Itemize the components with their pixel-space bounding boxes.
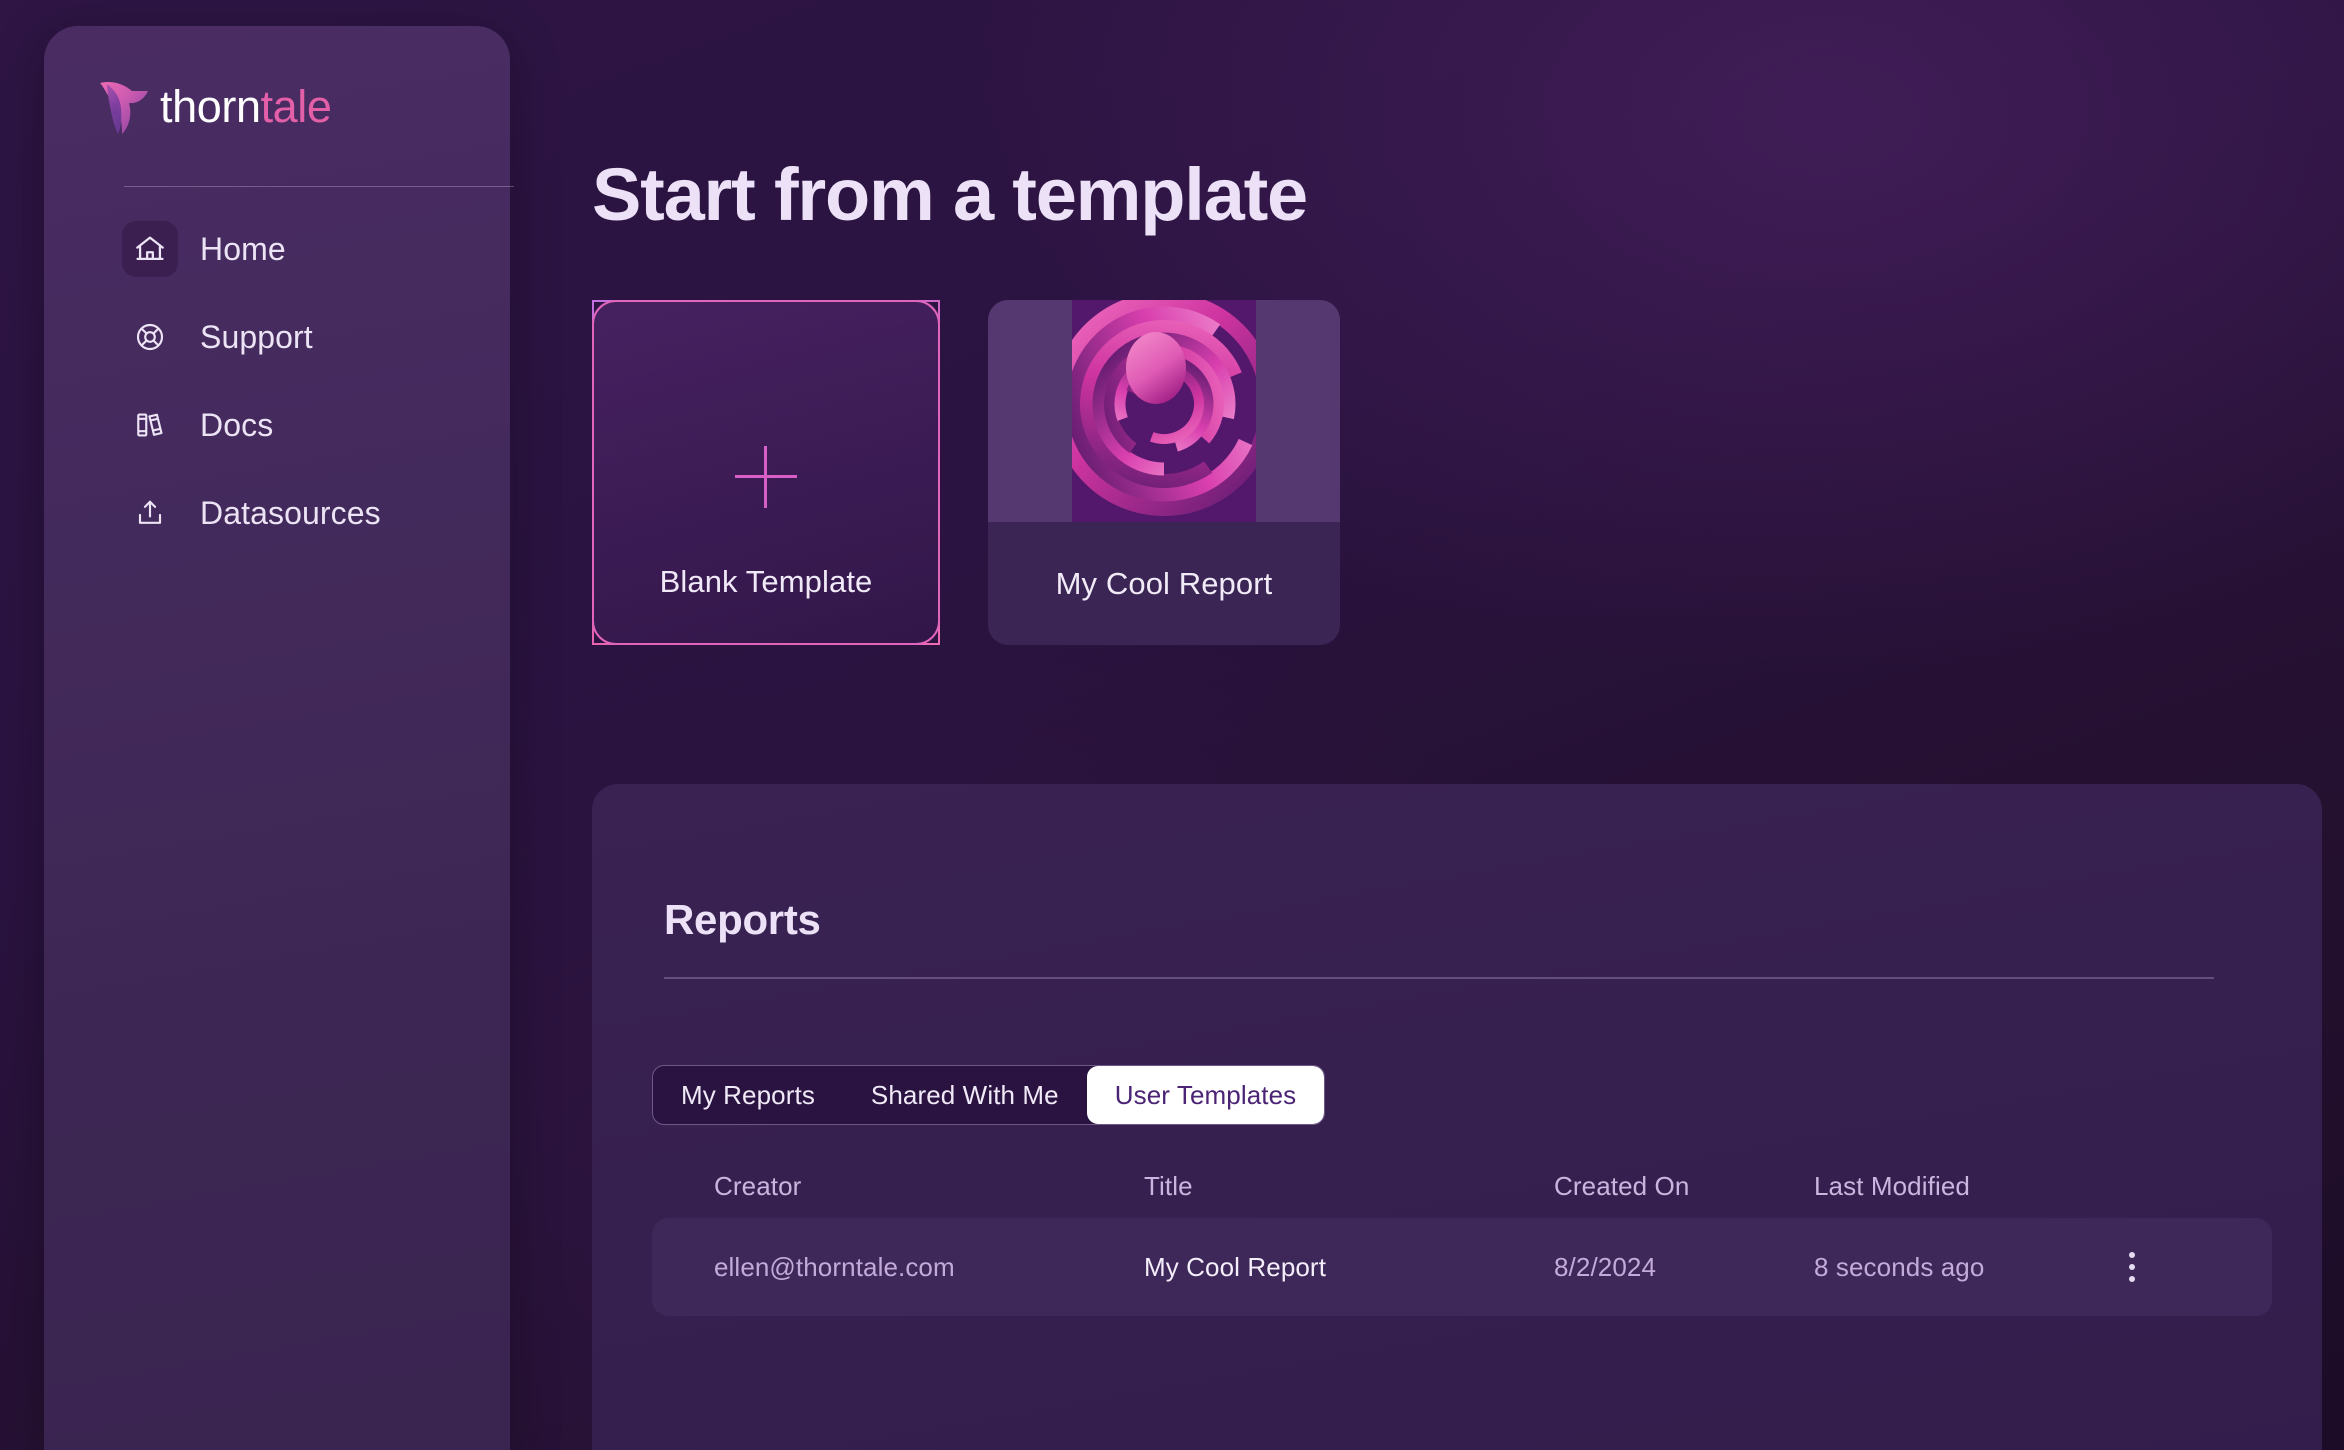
kebab-menu-icon[interactable]	[2114, 1249, 2150, 1285]
brand-name-secondary: tale	[260, 80, 332, 132]
page-title: Start from a template	[592, 152, 1308, 236]
tab-my-reports[interactable]: My Reports	[653, 1066, 843, 1124]
sidebar: thorntale Home Support Docs Datasources	[44, 26, 514, 1450]
books-icon	[122, 397, 178, 453]
reports-table: Creator Title Created On Last Modified e…	[652, 1154, 2272, 1316]
reports-heading: Reports	[664, 895, 821, 943]
cell-title: My Cool Report	[1144, 1251, 1327, 1282]
sidebar-item-datasources[interactable]: Datasources	[122, 483, 502, 543]
template-gallery: Blank Template My Cool Report	[592, 300, 1340, 645]
blank-template-card[interactable]: Blank Template	[592, 300, 940, 645]
reports-panel: Reports My Reports Shared With Me User T…	[592, 784, 2322, 1450]
tab-user-templates[interactable]: User Templates	[1086, 1066, 1325, 1124]
brand-name-primary: thorn	[160, 80, 261, 132]
cell-creator: ellen@thorntale.com	[714, 1251, 955, 1282]
hummingbird-logo-icon	[98, 74, 154, 138]
brand-logo[interactable]: thorntale	[98, 74, 332, 138]
sidebar-item-label: Home	[200, 231, 286, 267]
reports-tabs: My Reports Shared With Me User Templates	[652, 1065, 1326, 1125]
column-header-title: Title	[1144, 1170, 1193, 1201]
column-header-last-modified: Last Modified	[1814, 1170, 1970, 1201]
template-thumbnail	[988, 300, 1340, 522]
template-card-my-cool-report[interactable]: My Cool Report	[988, 300, 1340, 645]
sidebar-item-label: Support	[200, 319, 313, 355]
table-row[interactable]: ellen@thorntale.com My Cool Report 8/2/2…	[652, 1218, 2272, 1316]
tab-shared-with-me[interactable]: Shared With Me	[843, 1066, 1087, 1124]
upload-icon	[122, 485, 178, 541]
home-icon	[122, 221, 178, 277]
sidebar-divider	[124, 186, 514, 187]
panel-divider	[664, 977, 2214, 979]
app-root: thorntale Home Support Docs Datasources …	[0, 0, 2344, 1450]
sidebar-item-docs[interactable]: Docs	[122, 395, 502, 455]
sidebar-item-support[interactable]: Support	[122, 307, 502, 367]
cell-created-on: 8/2/2024	[1554, 1251, 1657, 1282]
cell-last-modified: 8 seconds ago	[1814, 1251, 1985, 1282]
life-buoy-icon	[122, 309, 178, 365]
brand-wordmark: thorntale	[160, 84, 332, 129]
table-header-row: Creator Title Created On Last Modified	[652, 1154, 2272, 1218]
blank-template-label: Blank Template	[659, 564, 873, 599]
spiral-arcs-thumbnail	[1072, 300, 1256, 522]
sidebar-nav: Home Support Docs Datasources	[122, 219, 502, 571]
column-header-created-on: Created On	[1554, 1170, 1690, 1201]
sidebar-item-label: Datasources	[200, 495, 381, 531]
cell-actions	[2114, 1249, 2204, 1285]
sidebar-item-label: Docs	[200, 407, 274, 443]
template-card-label: My Cool Report	[1055, 565, 1273, 601]
column-header-creator: Creator	[714, 1170, 802, 1201]
plus-icon	[735, 446, 797, 508]
main-content: Start from a template Blank Template My …	[592, 0, 2344, 1450]
sidebar-item-home[interactable]: Home	[122, 219, 502, 279]
